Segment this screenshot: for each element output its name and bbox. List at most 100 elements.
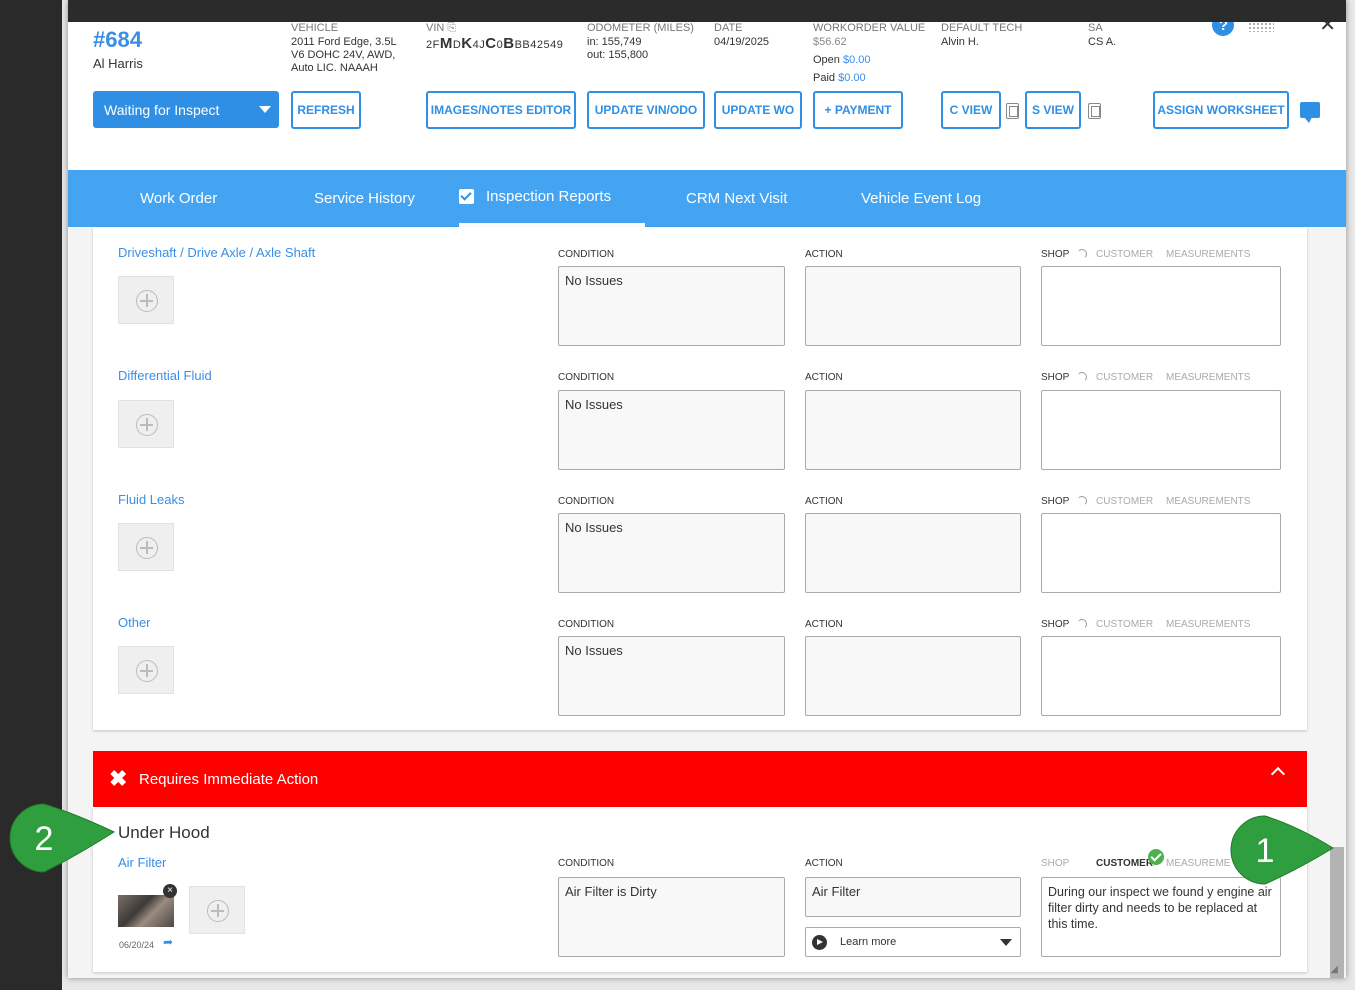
tab-vehicle-event-log[interactable]: Vehicle Event Log: [861, 170, 981, 227]
s-view-copy-icon[interactable]: [1088, 103, 1101, 119]
resize-handle-icon[interactable]: ◢: [1330, 964, 1338, 975]
item-title[interactable]: Other: [118, 615, 151, 630]
action-field[interactable]: [805, 266, 1021, 346]
status-dropdown[interactable]: Waiting for Inspect: [93, 91, 279, 128]
item-title[interactable]: Fluid Leaks: [118, 492, 184, 507]
vehicle-line-1: 2011 Ford Edge, 3.5L: [291, 36, 397, 48]
customer-label[interactable]: CUSTOMER: [1096, 249, 1153, 260]
date-info: DATE 04/19/2025: [714, 22, 769, 49]
notes-field[interactable]: [1041, 390, 1281, 470]
apps-grid-icon[interactable]: [1248, 22, 1275, 32]
remove-photo-icon[interactable]: ×: [163, 884, 177, 898]
action-field[interactable]: [805, 390, 1021, 470]
item-title[interactable]: Differential Fluid: [118, 368, 212, 383]
help-icon[interactable]: ?: [1212, 22, 1235, 36]
shop-label[interactable]: SHOP: [1041, 249, 1069, 260]
notes-field[interactable]: [1041, 513, 1281, 593]
item-title[interactable]: Air Filter: [118, 855, 166, 870]
inspection-photo-thumbnail[interactable]: [118, 895, 174, 927]
c-view-button[interactable]: C VIEW: [941, 91, 1001, 129]
shop-label[interactable]: SHOP: [1041, 496, 1069, 507]
sa-info: SA CS A.: [1088, 22, 1116, 49]
collapse-icon[interactable]: ⌃: [1288, 22, 1305, 35]
status-value: Waiting for Inspect: [104, 101, 220, 118]
tech-value: Alvin H.: [941, 36, 979, 48]
refresh-button[interactable]: REFRESH: [291, 91, 361, 129]
tab-bar: Work Order Service History Inspection Re…: [68, 170, 1346, 227]
c-view-copy-icon[interactable]: [1006, 103, 1019, 119]
action-label: ACTION: [805, 858, 843, 869]
tab-crm-next-visit[interactable]: CRM Next Visit: [686, 170, 787, 227]
payment-button[interactable]: + PAYMENT: [813, 91, 903, 129]
date-value: 04/19/2025: [714, 36, 770, 48]
assign-worksheet-button[interactable]: ASSIGN WORKSHEET: [1153, 91, 1289, 129]
condition-field[interactable]: No Issues: [558, 513, 785, 593]
chat-icon[interactable]: [1300, 102, 1320, 123]
vin-value: 2FMDK4JC0BBB42549: [426, 35, 564, 52]
vin-copy-icon[interactable]: ⎘: [447, 22, 456, 34]
add-photo-button[interactable]: [118, 276, 174, 324]
sa-label: SA: [1088, 22, 1103, 34]
date-label: DATE: [714, 22, 743, 34]
notes-field[interactable]: [1041, 266, 1281, 346]
photo-date: 06/20/24: [119, 940, 155, 950]
condition-field[interactable]: Air Filter is Dirty: [558, 877, 785, 957]
shop-label[interactable]: SHOP: [1041, 619, 1069, 630]
condition-field[interactable]: No Issues: [558, 390, 785, 470]
callout-number: 1: [1256, 832, 1275, 870]
customer-label[interactable]: CUSTOMER: [1096, 496, 1153, 507]
measurements-label[interactable]: MEASUREMENTS: [1166, 372, 1250, 383]
measurements-label[interactable]: MEASUREMENTS: [1166, 496, 1250, 507]
close-icon[interactable]: ✕: [1319, 22, 1336, 35]
shop-label[interactable]: SHOP: [1041, 858, 1069, 869]
requires-immediate-action-header[interactable]: ✖ Requires Immediate Action: [93, 751, 1307, 807]
toggle-arrow-icon: [1077, 372, 1087, 382]
alert-title: Requires Immediate Action: [139, 770, 319, 788]
chevron-up-icon[interactable]: [1270, 766, 1286, 782]
learn-more-dropdown[interactable]: Learn more: [805, 927, 1021, 957]
sa-value: CS A.: [1088, 36, 1117, 48]
action-label: ACTION: [805, 619, 843, 630]
images-notes-editor-button[interactable]: IMAGES/NOTES EDITOR: [426, 91, 576, 129]
condition-label: CONDITION: [558, 619, 615, 630]
odometer-in: in: 155,749: [587, 36, 642, 48]
s-view-button[interactable]: S VIEW: [1025, 91, 1081, 129]
update-vin-odo-button[interactable]: UPDATE VIN/ODO: [587, 91, 705, 129]
play-icon: [812, 935, 827, 950]
toggle-arrow-icon: [1077, 249, 1087, 259]
odometer-label: ODOMETER (MILES): [587, 22, 694, 34]
tab-service-history[interactable]: Service History: [314, 170, 415, 227]
shop-label[interactable]: SHOP: [1041, 372, 1069, 383]
item-title[interactable]: Driveshaft / Drive Axle / Axle Shaft: [118, 245, 315, 260]
vehicle-info: VEHICLE 2011 Ford Edge, 3.5L V6 DOHC 24V…: [291, 22, 397, 75]
toggle-arrow-icon: [1077, 496, 1087, 506]
measurements-label[interactable]: MEASUREMENTS: [1166, 619, 1250, 630]
tab-work-order[interactable]: Work Order: [140, 170, 217, 227]
customer-label[interactable]: CUSTOMER: [1096, 372, 1153, 383]
chevron-down-icon: [1000, 939, 1012, 946]
action-field[interactable]: [805, 636, 1021, 716]
vehicle-line-2: V6 DOHC 24V, AWD,: [291, 49, 396, 61]
add-photo-button[interactable]: [118, 646, 174, 694]
alert-x-icon: ✖: [109, 766, 128, 791]
measurements-label[interactable]: MEASUREMENTS: [1166, 249, 1250, 260]
update-wo-button[interactable]: UPDATE WO: [714, 91, 802, 129]
notes-field[interactable]: [1041, 636, 1281, 716]
section-heading: Under Hood: [118, 823, 210, 842]
work-order-header: #684 Al Harris VEHICLE 2011 Ford Edge, 3…: [68, 22, 1346, 170]
share-arrow-icon[interactable]: ➦: [163, 935, 173, 949]
add-photo-button[interactable]: [189, 886, 245, 934]
add-photo-button[interactable]: [118, 400, 174, 448]
open-label: Open: [813, 54, 840, 66]
action-field[interactable]: Air Filter: [805, 877, 1021, 917]
check-icon: [1148, 849, 1164, 865]
customer-label-active[interactable]: CUSTOMER: [1096, 858, 1153, 869]
condition-field[interactable]: No Issues: [558, 636, 785, 716]
action-field[interactable]: [805, 513, 1021, 593]
add-photo-button[interactable]: [118, 523, 174, 571]
condition-field[interactable]: No Issues: [558, 266, 785, 346]
vehicle-label: VEHICLE: [291, 22, 339, 34]
tab-inspection-reports[interactable]: Inspection Reports: [459, 170, 645, 227]
action-label: ACTION: [805, 249, 843, 260]
customer-label[interactable]: CUSTOMER: [1096, 619, 1153, 630]
